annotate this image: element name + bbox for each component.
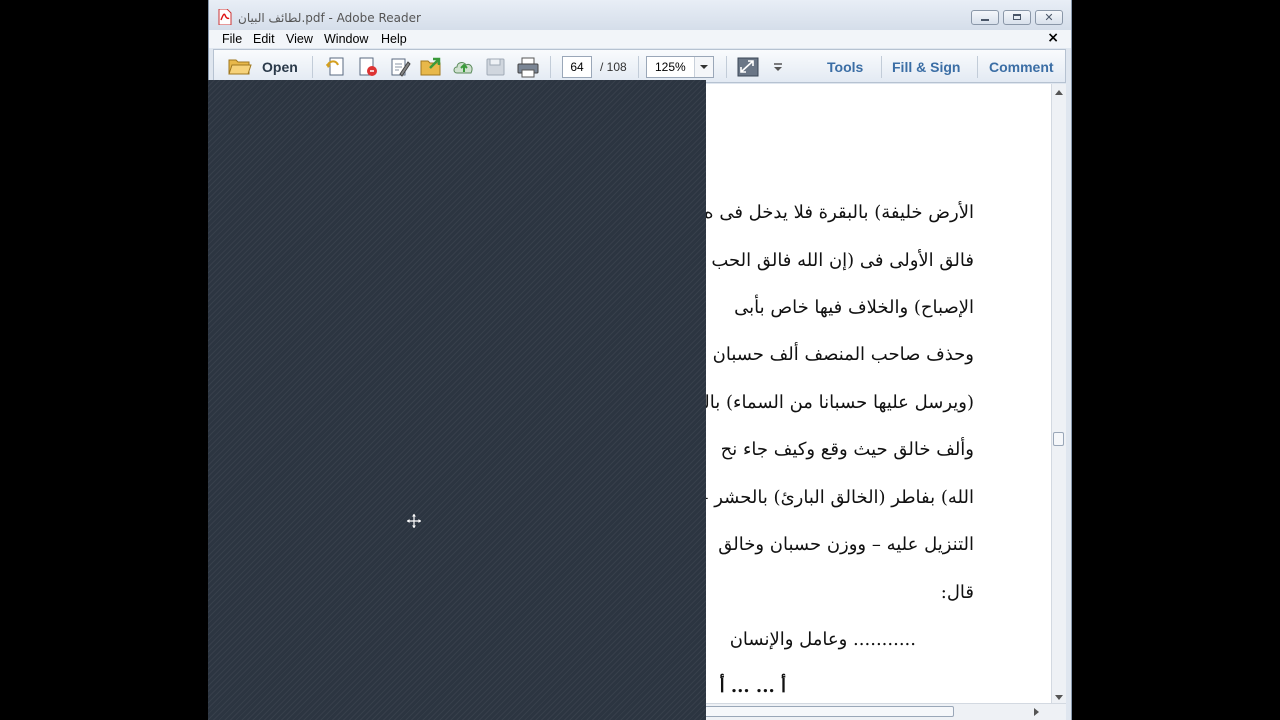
window-title: لطائف البيان.pdf - Adobe Reader [238, 11, 421, 25]
pdf-file-icon [218, 9, 232, 25]
fill-sign-button[interactable]: Fill & Sign [892, 59, 960, 75]
document-line: وألف خالق حيث وقع وكيف جاء نح [720, 439, 974, 460]
close-icon: ✕ [1044, 11, 1054, 24]
dark-overlay-panel [208, 80, 706, 720]
toolbar-options-icon[interactable] [766, 56, 790, 78]
document-line: فالق الأولى فى (إن الله فالق الحب والن [672, 250, 974, 271]
edit-document-icon[interactable] [388, 56, 412, 78]
vertical-scroll-thumb[interactable] [1053, 432, 1064, 446]
document-line: أ ... ... أ [719, 676, 786, 697]
document-line: التنزيل عليه – ووزن حسبان وخالق [718, 534, 974, 555]
move-cursor-icon [407, 514, 421, 528]
maximize-button[interactable] [1003, 10, 1031, 25]
toolbar-separator [726, 56, 727, 78]
toolbar-separator [638, 56, 639, 78]
title-bar[interactable]: لطائف البيان.pdf - Adobe Reader ✕ [209, 0, 1071, 30]
fit-page-icon[interactable] [736, 56, 760, 78]
page-number-input[interactable]: 64 [562, 56, 592, 78]
document-line: ........... وعامل والإنسان [729, 629, 916, 650]
toolbar-separator [550, 56, 551, 78]
scroll-right-icon[interactable] [1034, 708, 1039, 716]
menu-file[interactable]: File [222, 32, 242, 46]
chevron-down-icon[interactable] [694, 57, 713, 77]
menu-edit[interactable]: Edit [253, 32, 275, 46]
document-line: وحذف صاحب المنصف ألف حسبان [712, 344, 974, 365]
menu-help[interactable]: Help [381, 32, 407, 46]
menu-view[interactable]: View [286, 32, 313, 46]
open-label: Open [262, 59, 298, 75]
toolbar: Open 64 / 108 125% Tools Fill & Sign Com… [213, 49, 1066, 83]
document-line: قال: [940, 582, 974, 603]
export-pdf-icon[interactable] [356, 56, 380, 78]
toolbar-separator [312, 56, 313, 78]
document-line: الله) بفاطر (الخالق البارئ) بالحشر – [699, 487, 974, 508]
tools-button[interactable]: Tools [827, 59, 863, 75]
close-document-button[interactable]: × [1047, 30, 1059, 46]
document-line: الأرض خليفة) بالبقرة فلا يدخل فى ه [704, 202, 974, 223]
folder-open-icon [228, 59, 252, 75]
save-icon[interactable] [484, 56, 508, 78]
toolbar-separator [881, 56, 882, 78]
cloud-upload-icon[interactable] [452, 56, 476, 78]
vertical-scrollbar[interactable] [1051, 84, 1066, 704]
document-line: الإصباح) والخلاف فيها خاص بأبى [734, 297, 974, 318]
menu-bar: File Edit View Window Help × [209, 30, 1071, 48]
print-icon[interactable] [516, 56, 540, 78]
maximize-icon [1013, 14, 1021, 20]
minimize-icon [981, 19, 989, 21]
zoom-select[interactable]: 125% [646, 56, 714, 78]
menu-window[interactable]: Window [324, 32, 368, 46]
close-window-button[interactable]: ✕ [1035, 10, 1063, 25]
toolbar-separator [977, 56, 978, 78]
zoom-value: 125% [655, 60, 686, 74]
scroll-up-icon[interactable] [1055, 90, 1063, 95]
page-total: / 108 [600, 60, 627, 74]
share-folder-icon[interactable] [420, 56, 444, 78]
open-button[interactable]: Open [228, 56, 298, 78]
minimize-button[interactable] [971, 10, 999, 25]
create-pdf-icon[interactable] [324, 56, 348, 78]
document-line: (ويرسل عليها حسبانا من السماء) بالك [689, 392, 974, 413]
comment-button[interactable]: Comment [989, 59, 1054, 75]
scroll-down-icon[interactable] [1055, 695, 1063, 700]
